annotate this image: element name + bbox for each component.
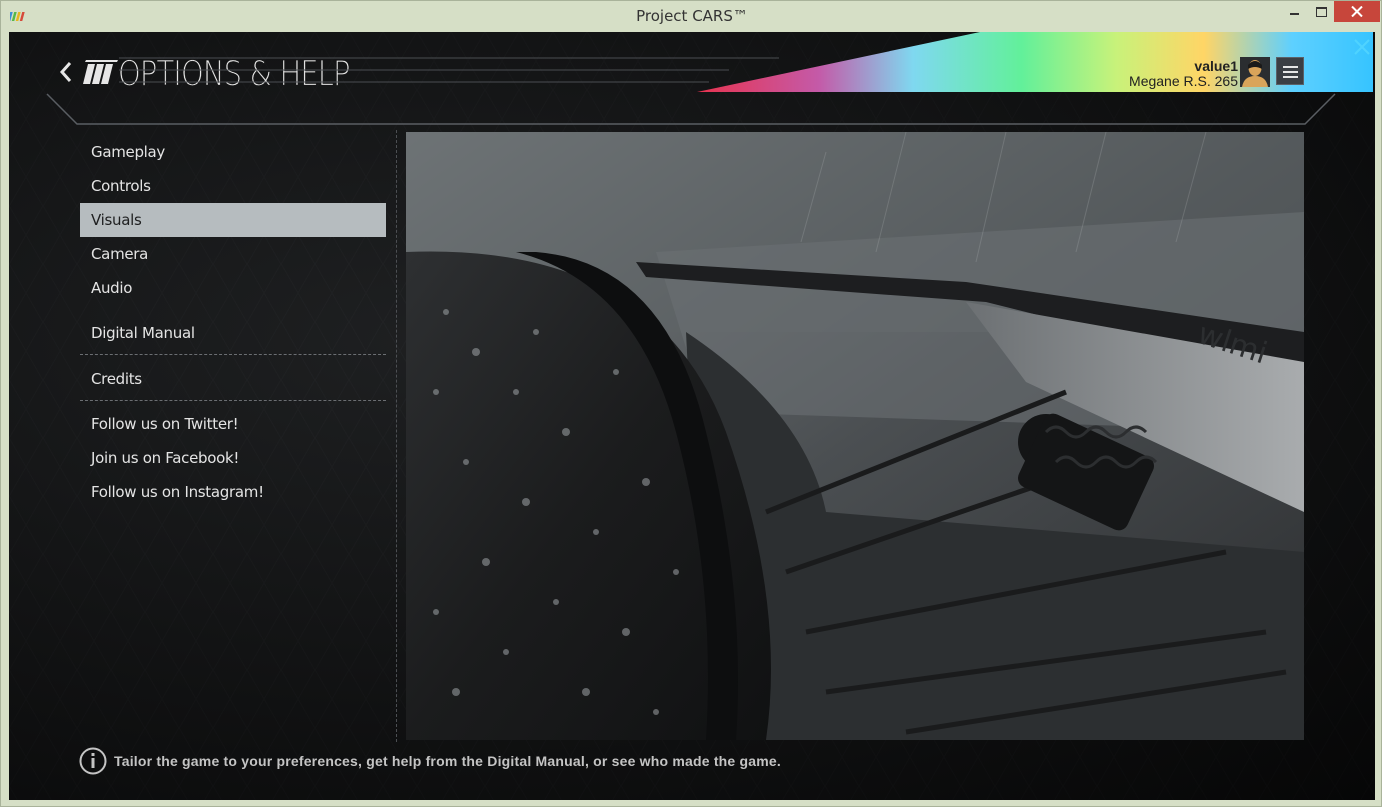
sidebar-item-twitter[interactable]: Follow us on Twitter!: [80, 407, 386, 441]
info-bar: Tailor the game to your preferences, get…: [79, 746, 1309, 776]
rainy-car-image: wlmi: [406, 132, 1304, 740]
window-close-button[interactable]: [1334, 1, 1380, 22]
info-icon: [79, 747, 107, 775]
header: OPTIONS & HELP value1 Megane R.S. 265: [9, 32, 1375, 132]
sidebar-item-visuals[interactable]: Visuals: [80, 203, 386, 237]
sidebar-item-instagram[interactable]: Follow us on Instagram!: [80, 475, 386, 509]
info-text: Tailor the game to your preferences, get…: [114, 753, 781, 769]
close-icon: [1351, 6, 1363, 17]
divider: [80, 354, 386, 355]
header-outline: [46, 57, 1336, 125]
maximize-button[interactable]: [1308, 1, 1334, 22]
divider: [80, 400, 386, 401]
sidebar-item-audio[interactable]: Audio: [80, 271, 386, 305]
sidebar-item-credits[interactable]: Credits: [80, 362, 386, 396]
game-screen: OPTIONS & HELP value1 Megane R.S. 265 Ga…: [9, 32, 1375, 800]
sidebar-item-facebook[interactable]: Join us on Facebook!: [80, 441, 386, 475]
sidebar-item-gameplay[interactable]: Gameplay: [80, 135, 386, 169]
title-bar[interactable]: Project CARS™: [1, 1, 1382, 32]
app-window: Project CARS™ OPTIONS & HELP value1 Mega…: [0, 0, 1382, 807]
minimize-button[interactable]: [1282, 1, 1308, 22]
sidebar-item-camera[interactable]: Camera: [80, 237, 386, 271]
window-title: Project CARS™: [636, 7, 748, 25]
hero-image: wlmi: [406, 132, 1304, 740]
sidebar-item-controls[interactable]: Controls: [80, 169, 386, 203]
sidebar-separator: [396, 130, 397, 742]
sidebar-item-digital-manual[interactable]: Digital Manual: [80, 316, 386, 350]
